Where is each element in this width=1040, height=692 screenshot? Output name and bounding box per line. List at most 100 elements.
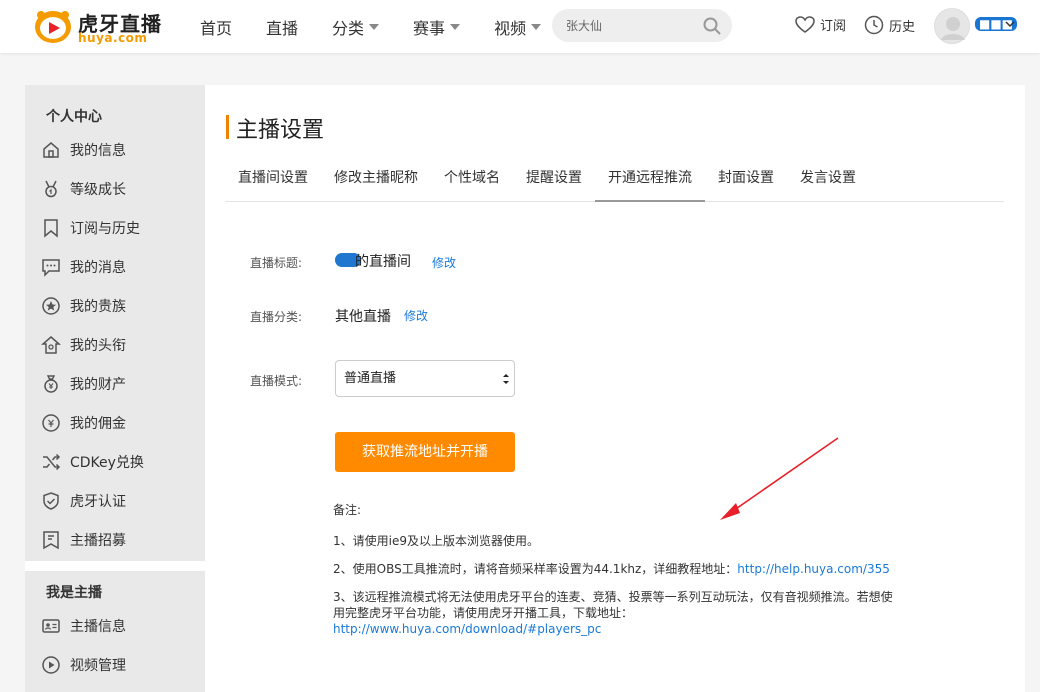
top-header: 虎牙直播 huya.com 首页 直播 分类 赛事 视频 订阅 历史 ■	[0, 0, 1040, 53]
user-avatar-icon	[941, 17, 965, 40]
shuffle-icon	[43, 453, 61, 471]
chevron-down-icon[interactable]	[1004, 18, 1016, 30]
sidebar-item-commission[interactable]: 我的佣金	[41, 412, 126, 434]
note-2-text: 2、使用OBS工具推流时，请将音频采样率设置为44.1khz，详细教程地址：	[333, 562, 738, 576]
message-icon	[42, 259, 60, 277]
money-bag-icon	[44, 375, 58, 393]
sidebar-item-my-info[interactable]: 我的信息	[41, 139, 126, 161]
nav-video[interactable]: 视频	[494, 15, 542, 39]
stream-title-value: 的直播间	[335, 251, 411, 271]
nav-events-label: 赛事	[413, 18, 446, 38]
note-1: 1、请使用ie9及以上版本浏览器使用。	[333, 534, 539, 548]
search-icon[interactable]	[702, 16, 722, 36]
stream-mode-select[interactable]: 普通直播	[335, 360, 515, 397]
sidebar-group-personal: 个人中心	[46, 109, 102, 125]
note-2: 2、使用OBS工具推流时，请将音频采样率设置为44.1khz，详细教程地址：ht…	[333, 561, 903, 577]
avatar[interactable]	[934, 8, 970, 44]
sidebar-item-label: 我的佣金	[70, 416, 126, 432]
sidebar-item-label: 订阅与历史	[70, 221, 140, 237]
subscribe-label: 订阅	[820, 19, 847, 34]
medal-icon	[45, 180, 57, 198]
sidebar-item-label: 等级成长	[70, 182, 126, 198]
stream-title-label: 直播标题:	[250, 256, 303, 270]
sidebar-group-streamer: 我是主播	[46, 585, 102, 601]
sidebar-item-titles[interactable]: 我的头衔	[41, 334, 126, 356]
history-link[interactable]: 历史	[864, 15, 915, 35]
stream-title-text: 的直播间	[355, 254, 411, 270]
huya-logo[interactable]: 虎牙直播 huya.com	[34, 6, 164, 46]
search-input[interactable]	[552, 9, 702, 42]
nav-home-label: 首页	[200, 18, 233, 38]
history-label: 历史	[889, 19, 916, 35]
stream-category-value: 其他直播	[335, 309, 391, 325]
main-panel: 主播设置 直播间设置 修改主播昵称 个性域名 提醒设置 开通远程推流 封面设置 …	[205, 85, 1025, 692]
get-stream-url-button[interactable]: 获取推流地址并开播	[335, 432, 515, 472]
huya-logo-icon	[35, 11, 71, 43]
stream-mode-selected: 普通直播	[344, 371, 397, 386]
stream-category-label: 直播分类:	[250, 310, 303, 324]
sidebar-item-label: 虎牙认证	[70, 494, 126, 510]
sidebar-item-streamer-info[interactable]: 主播信息	[41, 615, 126, 637]
title-icon	[41, 336, 61, 354]
play-icon	[42, 656, 60, 674]
sidebar-item-label: 主播招募	[70, 533, 126, 549]
select-arrows-icon	[503, 374, 509, 384]
shield-check-icon	[43, 492, 59, 510]
tab-cover-settings[interactable]: 封面设置	[705, 163, 787, 202]
annotation-arrow	[720, 437, 839, 520]
sidebar-item-subscriptions[interactable]: 订阅与历史	[41, 217, 140, 239]
sidebar-divider	[25, 561, 205, 571]
sidebar-item-label: 我的贵族	[70, 299, 126, 315]
notes-title: 备注:	[333, 503, 362, 517]
stream-mode-label: 直播模式:	[250, 374, 303, 388]
sidebar-item-messages[interactable]: 我的消息	[41, 256, 126, 278]
sidebar-item-label: 我的消息	[70, 260, 126, 276]
tab-change-nickname[interactable]: 修改主播昵称	[321, 163, 431, 202]
nav-category-label: 分类	[332, 18, 365, 38]
tab-chat-settings[interactable]: 发言设置	[787, 163, 869, 202]
note-3-text: 3、该远程推流模式将无法使用虎牙平台的连麦、竞猜、投票等一系列互动玩法，仅有音视…	[333, 590, 893, 620]
search-box	[552, 9, 732, 42]
star-icon	[42, 297, 60, 315]
tab-custom-domain[interactable]: 个性域名	[431, 163, 513, 202]
nav-events[interactable]: 赛事	[413, 15, 461, 39]
main-nav: 首页 直播 分类 赛事 视频	[200, 0, 575, 53]
page-title: 主播设置	[236, 118, 325, 143]
sidebar-item-nobility[interactable]: 我的贵族	[41, 295, 126, 317]
edit-category-link[interactable]: 修改	[404, 307, 428, 324]
sidebar-item-assets[interactable]: 我的财产	[41, 373, 126, 395]
chevron-down-icon	[369, 23, 380, 30]
clock-icon	[864, 15, 884, 35]
tab-remote-streaming[interactable]: 开通远程推流	[595, 163, 705, 202]
logo-domain: huya.com	[78, 31, 148, 45]
heart-icon	[795, 15, 815, 33]
sidebar-item-level[interactable]: 等级成长	[41, 178, 126, 200]
home-icon	[43, 142, 59, 158]
sidebar-item-video-manage[interactable]: 视频管理	[41, 654, 126, 676]
settings-tabs: 直播间设置 修改主播昵称 个性域名 提醒设置 开通远程推流 封面设置 发言设置	[225, 163, 1004, 202]
chevron-down-icon	[531, 23, 542, 30]
tab-reminder-settings[interactable]: 提醒设置	[513, 163, 595, 202]
bookmark-icon	[44, 219, 58, 238]
nav-home[interactable]: 首页	[200, 15, 232, 39]
nav-category[interactable]: 分类	[332, 15, 380, 39]
sidebar-item-verification[interactable]: 虎牙认证	[41, 490, 126, 512]
sidebar-item-label: 我的头衔	[70, 338, 126, 354]
sidebar-item-label: 视频管理	[70, 658, 126, 674]
edit-title-link[interactable]: 修改	[432, 254, 456, 271]
help-link[interactable]: http://help.huya.com/355	[737, 562, 890, 576]
nav-video-label: 视频	[494, 18, 527, 38]
nav-live-label: 直播	[266, 18, 299, 38]
sidebar-item-label: CDKey兑换	[70, 455, 144, 471]
download-link[interactable]: http://www.huya.com/download/#players_pc	[333, 622, 601, 636]
note-3: 3、该远程推流模式将无法使用虎牙平台的连麦、竞猜、投票等一系列互动玩法，仅有音视…	[333, 589, 903, 637]
recruit-icon	[43, 531, 59, 550]
sidebar-item-label: 我的财产	[70, 377, 126, 393]
sidebar-item-cdkey[interactable]: CDKey兑换	[41, 451, 144, 473]
tab-room-settings[interactable]: 直播间设置	[225, 163, 321, 202]
sidebar-item-label: 主播信息	[70, 619, 126, 635]
nav-live[interactable]: 直播	[266, 15, 298, 39]
sidebar: 个人中心 我的信息 等级成长 订阅与历史 我的消息 我的贵族 我的头衔 我的财产…	[25, 85, 205, 692]
subscribe-link[interactable]: 订阅	[795, 15, 846, 34]
sidebar-item-recruit[interactable]: 主播招募	[41, 529, 126, 551]
